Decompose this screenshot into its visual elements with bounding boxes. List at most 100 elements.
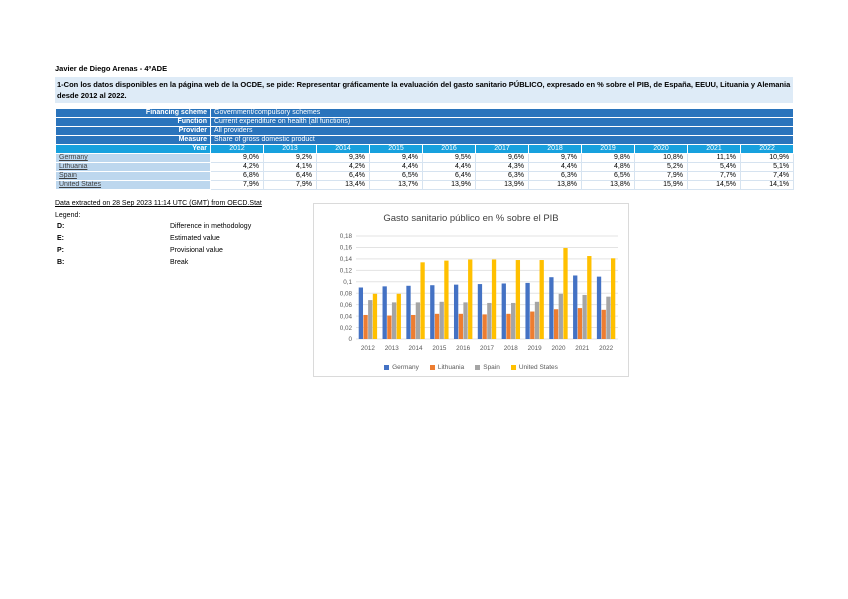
value-cell: 4,4%	[370, 163, 423, 172]
value-cell: 11,1%	[688, 154, 741, 163]
x-tick-label: 2017	[480, 345, 495, 352]
bar-germany-2018	[502, 283, 506, 339]
value-cell: 4,2%	[317, 163, 370, 172]
bar-spain-2014	[416, 302, 420, 339]
year-cell-2014: 2014	[317, 145, 370, 154]
table-row-united-states: United States 7,9% 7,9% 13,4% 13,7% 13,9…	[56, 181, 794, 190]
x-tick-label: 2022	[599, 345, 614, 352]
value-cell: 6,5%	[582, 172, 635, 181]
legend-swatch	[475, 365, 480, 370]
legend-desc-d: Difference in methodology	[170, 222, 251, 231]
legend-swatch	[384, 365, 389, 370]
value-cell: 4,1%	[264, 163, 317, 172]
bar-lithuania-2020	[554, 309, 558, 339]
legend-swatch	[430, 365, 435, 370]
y-tick-label: 0,16	[340, 245, 353, 252]
x-tick-label: 2012	[361, 345, 376, 352]
table-row-years: Year 2012 2013 2014 2015 2016 2017 2018 …	[56, 145, 794, 154]
bar-germany-2019	[525, 283, 529, 339]
bar-lithuania-2014	[411, 315, 415, 339]
year-cell-2021: 2021	[688, 145, 741, 154]
x-tick-label: 2021	[575, 345, 590, 352]
value-cell: 5,4%	[688, 163, 741, 172]
bar-germany-2012	[359, 288, 363, 340]
meta-value-financing-scheme: Government/compulsory schemes	[211, 109, 794, 118]
value-cell: 9,4%	[370, 154, 423, 163]
country-link-germany[interactable]: Germany	[59, 154, 88, 161]
value-cell: 10,9%	[741, 154, 794, 163]
value-cell: 4,8%	[582, 163, 635, 172]
bar-germany-2014	[406, 286, 410, 339]
bar-lithuania-2021	[578, 308, 582, 339]
legend-swatch	[511, 365, 516, 370]
x-tick-label: 2014	[409, 345, 424, 352]
bar-lithuania-2013	[387, 316, 391, 339]
value-cell: 4,2%	[211, 163, 264, 172]
bar-united-states-2012	[373, 294, 377, 339]
value-cell: 10,8%	[635, 154, 688, 163]
country-link-united-states[interactable]: United States	[59, 181, 101, 188]
legend-label: Germany	[392, 364, 419, 371]
value-cell: 14,1%	[741, 181, 794, 190]
bar-united-states-2021	[587, 256, 591, 339]
bar-chart-plot: 00,020,040,060,080,10,120,140,160,182012…	[314, 204, 628, 376]
x-tick-label: 2020	[551, 345, 566, 352]
legend-label: Spain	[483, 364, 500, 371]
year-cell-2019: 2019	[582, 145, 635, 154]
value-cell: 13,9%	[423, 181, 476, 190]
value-cell: 13,8%	[529, 181, 582, 190]
oecd-stat-extract-link[interactable]: Data extracted on 28 Sep 2023 11:14 UTC …	[55, 199, 262, 208]
value-cell: 13,9%	[476, 181, 529, 190]
x-tick-label: 2015	[432, 345, 447, 352]
value-cell: 6,8%	[211, 172, 264, 181]
legend-desc-b: Break	[170, 258, 188, 267]
legend-key-d: D:	[57, 222, 64, 231]
bar-spain-2013	[392, 302, 396, 339]
country-cell-lithuania: Lithuania	[56, 163, 211, 172]
country-link-lithuania[interactable]: Lithuania	[59, 163, 87, 170]
legend-label: United States	[519, 364, 558, 371]
meta-value-function: Current expenditure on health (all funct…	[211, 118, 794, 127]
meta-label-financing-scheme: Financing scheme	[56, 109, 211, 118]
bar-germany-2015	[430, 285, 434, 339]
bar-spain-2021	[582, 295, 586, 339]
y-tick-label: 0,08	[340, 290, 353, 297]
bar-united-states-2017	[492, 259, 496, 339]
legend-key-b: B:	[57, 258, 64, 267]
year-cell-2022: 2022	[741, 145, 794, 154]
meta-value-measure: Share of gross domestic product	[211, 136, 794, 145]
y-tick-label: 0,06	[340, 302, 353, 309]
bar-spain-2019	[535, 302, 539, 339]
meta-label-function: Function	[56, 118, 211, 127]
x-tick-label: 2016	[456, 345, 471, 352]
bar-spain-2018	[511, 303, 515, 339]
value-cell: 6,3%	[529, 172, 582, 181]
x-tick-label: 2019	[528, 345, 543, 352]
legend-title: Legend:	[55, 211, 80, 220]
value-cell: 9,8%	[582, 154, 635, 163]
meta-label-measure: Measure	[56, 136, 211, 145]
bar-germany-2016	[454, 285, 458, 339]
value-cell: 9,6%	[476, 154, 529, 163]
value-cell: 9,0%	[211, 154, 264, 163]
legend-desc-p: Provisional value	[170, 246, 223, 255]
y-tick-label: 0,14	[340, 256, 353, 263]
year-cell-2016: 2016	[423, 145, 476, 154]
value-cell: 6,4%	[317, 172, 370, 181]
year-cell-2015: 2015	[370, 145, 423, 154]
value-cell: 9,3%	[317, 154, 370, 163]
y-tick-label: 0	[348, 336, 352, 343]
legend-item-spain: Spain	[475, 364, 500, 371]
value-cell: 15,9%	[635, 181, 688, 190]
country-link-spain[interactable]: Spain	[59, 172, 77, 179]
y-tick-label: 0,1	[343, 279, 352, 286]
year-cell-2012: 2012	[211, 145, 264, 154]
legend-item-lithuania: Lithuania	[430, 364, 464, 371]
bar-lithuania-2022	[602, 310, 606, 339]
y-tick-label: 0,02	[340, 325, 353, 332]
bar-germany-2017	[478, 284, 482, 339]
value-cell: 9,5%	[423, 154, 476, 163]
table-row-germany: Germany 9,0% 9,2% 9,3% 9,4% 9,5% 9,6% 9,…	[56, 154, 794, 163]
x-tick-label: 2018	[504, 345, 519, 352]
bar-spain-2017	[487, 303, 491, 339]
